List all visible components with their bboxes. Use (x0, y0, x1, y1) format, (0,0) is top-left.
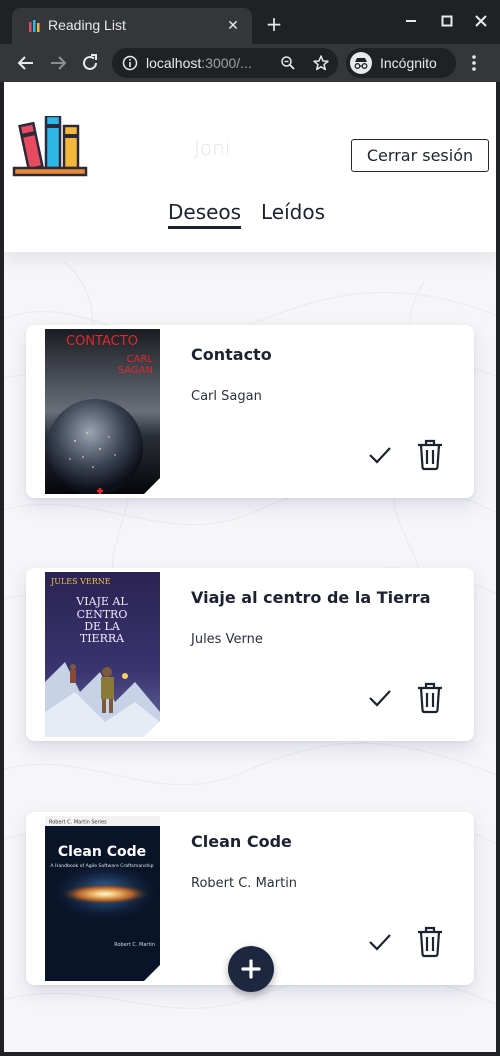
book-author: Carl Sagan (191, 389, 262, 404)
cover-series: Robert C. Martin Series (49, 820, 107, 826)
trash-icon[interactable] (414, 680, 446, 714)
minimize-icon[interactable] (402, 12, 420, 30)
zoom-icon[interactable] (280, 55, 296, 71)
page-curl (144, 721, 160, 737)
favicon-icon (29, 20, 40, 32)
address-bar[interactable]: localhost:3000/... (112, 48, 338, 78)
page-curl (144, 965, 160, 981)
cover-byline: Robert C. Martin (114, 942, 155, 948)
tab-strip: Reading List ✕ + (0, 0, 500, 44)
user-name: Joni (194, 136, 231, 160)
back-icon[interactable] (14, 51, 38, 75)
new-tab-button[interactable]: + (264, 14, 284, 34)
cover-subtitle: A Handbook of Agile Software Craftsmansh… (50, 863, 153, 869)
url-rest: :3000/... (201, 55, 252, 71)
book-cover: CONTACTO CARL SAGAN (45, 329, 160, 494)
cover-title-line4: TIERRA (80, 632, 125, 645)
book-cover-art: Robert C. Martin Series Clean Code A Han… (45, 816, 160, 981)
close-window-icon[interactable] (472, 12, 490, 30)
book-card: JULES VERNE VIAJE AL CENTRO DE LA TIERRA… (26, 568, 474, 741)
book-author: Jules Verne (191, 632, 263, 647)
book-cover: JULES VERNE VIAJE AL CENTRO DE LA TIERRA (45, 572, 160, 737)
info-icon[interactable] (122, 55, 138, 71)
add-book-button[interactable] (228, 946, 274, 992)
cover-title: Clean Code (58, 844, 146, 860)
book-cover-art: CONTACTO CARL SAGAN (45, 329, 160, 494)
cover-title-line1: VIAJE AL (75, 595, 128, 608)
url-host: localhost (146, 55, 202, 71)
book-title: Contacto (191, 345, 272, 364)
cover-title-text: CONTACTO (66, 334, 138, 349)
incognito-label: Incógnito (380, 55, 437, 71)
tab-title: Reading List (48, 17, 126, 33)
tab-deseos[interactable]: Deseos (168, 200, 242, 229)
browser-chrome: Reading List ✕ + localhost:3000/... Incó… (0, 0, 500, 82)
incognito-icon (350, 52, 372, 74)
plus-icon (241, 959, 261, 979)
book-title: Viaje al centro de la Tierra (191, 588, 431, 607)
reload-icon[interactable] (78, 51, 102, 75)
more-menu-icon[interactable] (466, 52, 482, 74)
cover-author-line1: CARL (127, 354, 154, 365)
book-title: Clean Code (191, 832, 292, 851)
close-tab-icon[interactable]: ✕ (224, 17, 242, 35)
trash-icon[interactable] (414, 924, 446, 958)
check-icon[interactable] (366, 441, 394, 469)
cover-author: JULES VERNE (50, 577, 111, 586)
star-icon[interactable] (312, 54, 330, 72)
book-author: Robert C. Martin (191, 876, 298, 891)
cover-author-line2: SAGAN (118, 365, 153, 376)
book-cover: Robert C. Martin Series Clean Code A Han… (45, 816, 160, 981)
app-viewport: Joni Cerrar sesión Deseos Leídos CONTACT… (0, 82, 500, 1056)
logout-button[interactable]: Cerrar sesión (351, 139, 489, 172)
browser-toolbar: localhost:3000/... Incógnito (0, 44, 500, 82)
url-text[interactable]: localhost:3000/... (146, 55, 252, 71)
book-cover-art: JULES VERNE VIAJE AL CENTRO DE LA TIERRA (45, 572, 160, 737)
page-curl (144, 478, 160, 494)
incognito-indicator[interactable]: Incógnito (346, 48, 456, 78)
books-logo-icon (12, 116, 88, 177)
tab-leidos[interactable]: Leídos (261, 200, 325, 224)
app-header: Joni Cerrar sesión Deseos Leídos (4, 82, 496, 252)
check-icon[interactable] (366, 684, 394, 712)
book-card: CONTACTO CARL SAGAN Contacto Carl Sagan (26, 325, 474, 498)
forward-icon[interactable] (46, 51, 70, 75)
trash-icon[interactable] (414, 437, 446, 471)
browser-tab[interactable]: Reading List ✕ (12, 8, 252, 44)
maximize-icon[interactable] (438, 12, 456, 30)
check-icon[interactable] (366, 928, 394, 956)
